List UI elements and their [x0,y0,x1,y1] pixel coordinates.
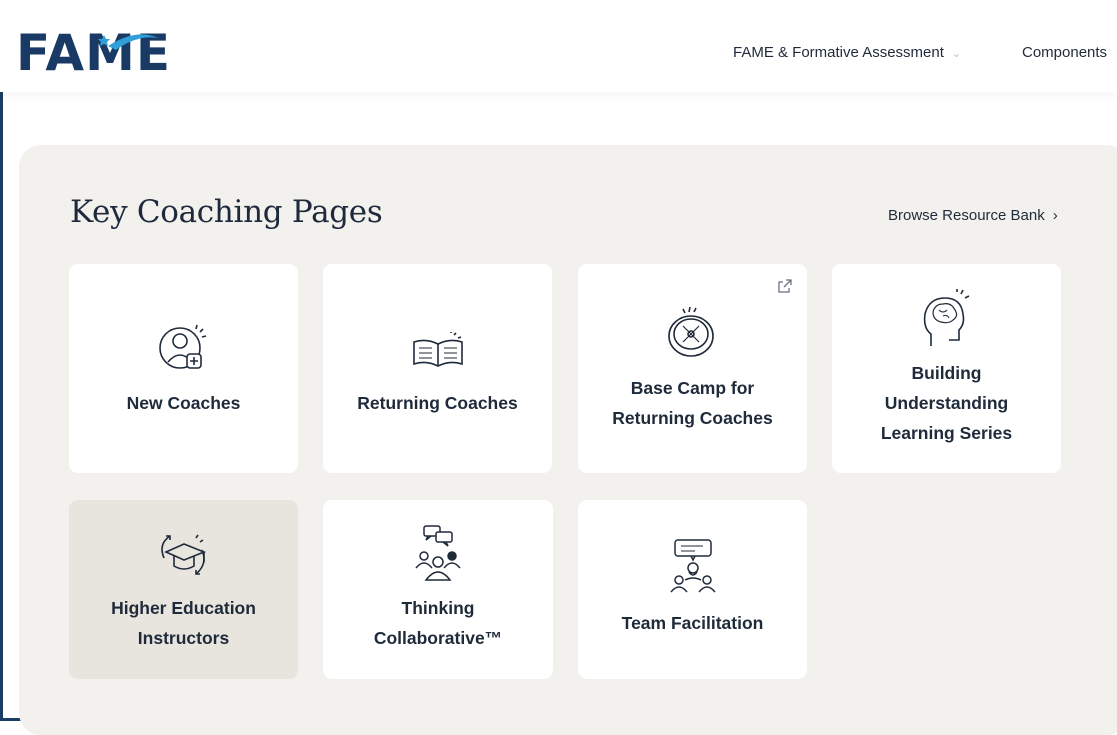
logo-swoosh-icon [98,34,158,50]
nav-item-label: FAME & Formative Assessment [733,44,944,61]
compass-icon [667,306,714,357]
external-link-icon[interactable] [777,278,793,294]
card-new-coaches[interactable]: New Coaches [69,264,298,473]
facilitator-icon [669,539,716,593]
card-label: Returning Coaches [357,393,518,413]
graduation-cap-icon [160,534,206,575]
site-header: FAME FAME & Formative Assessment ⌄ Compon… [0,0,1117,92]
nav-components[interactable]: Components [1022,44,1107,61]
card-label: Higher Education Instructors [111,598,256,648]
brain-head-icon [923,289,969,346]
chevron-right-icon: › [1052,207,1058,224]
card-label: Building Understanding Learning Series [880,363,1013,443]
nav-item-label: Components [1022,44,1108,61]
new-coach-icon [158,324,206,369]
card-returning-coaches[interactable]: Returning Coaches [323,264,552,473]
card-team-facilitation[interactable]: Team Facilitation [578,500,807,679]
card-building-understanding[interactable]: Building Understanding Learning Series [832,264,1061,473]
card-base-camp[interactable]: Base Camp for Returning Coaches [578,264,807,473]
card-label: New Coaches [126,393,241,413]
nav-fame-formative-assessment[interactable]: FAME & Formative Assessment ⌄ [733,44,961,61]
browse-resource-bank-link[interactable]: Browse Resource Bank › [888,207,1058,224]
chevron-down-icon: ⌄ [951,48,962,60]
card-higher-education[interactable]: Higher Education Instructors [69,500,298,679]
card-label: Team Facilitation [621,613,764,633]
card-label: Base Camp for Returning Coaches [612,378,773,428]
card-label: Thinking Collaborative™ [373,598,503,648]
section-title: Key Coaching Pages [70,194,383,230]
fame-logo[interactable]: FAME [16,24,170,84]
browse-link-label: Browse Resource Bank [888,207,1045,224]
group-chat-icon [415,525,461,581]
card-thinking-collaborative[interactable]: Thinking Collaborative™ [323,500,553,679]
open-book-icon [412,332,463,367]
